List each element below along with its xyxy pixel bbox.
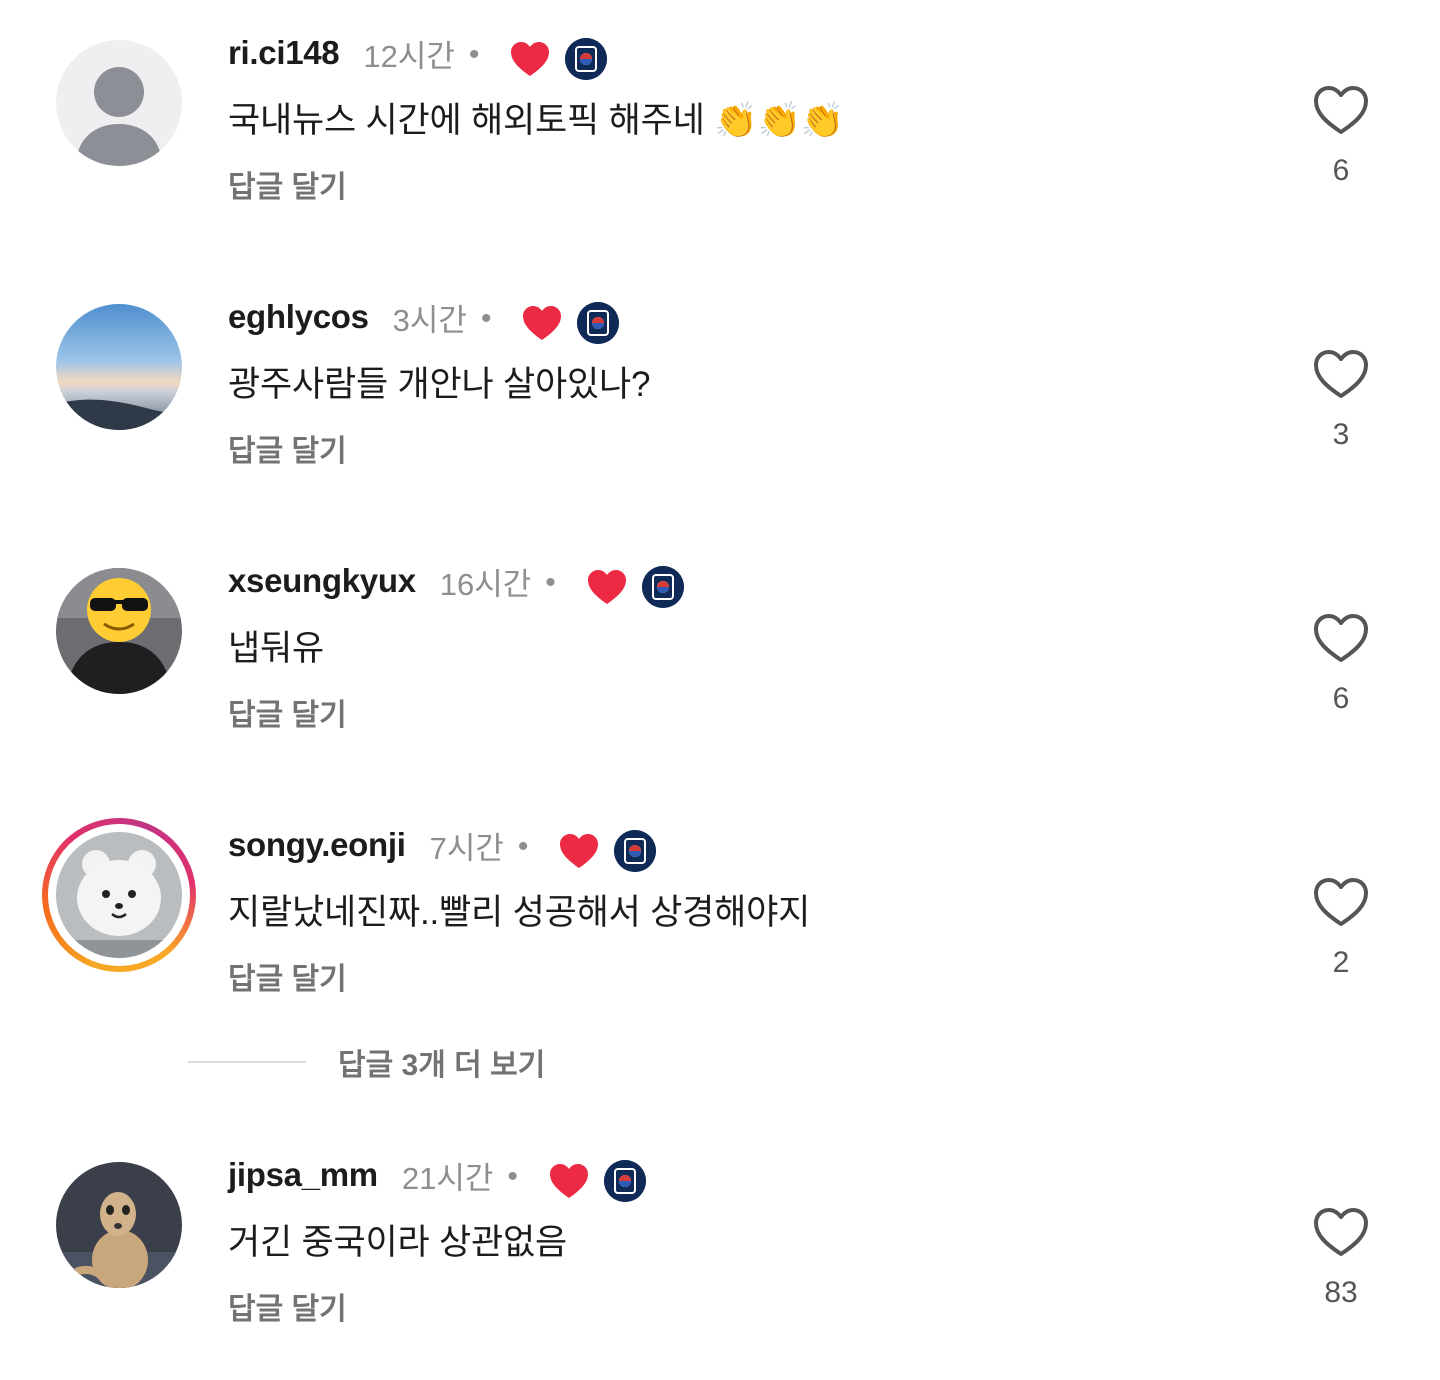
timestamp: 3시간 bbox=[392, 302, 467, 338]
avatar[interactable] bbox=[56, 1162, 182, 1288]
avatar[interactable] bbox=[56, 304, 182, 430]
timestamp: 21시간 bbox=[401, 1160, 494, 1196]
like-count: 2 bbox=[1332, 946, 1350, 979]
reply-button[interactable]: 답글 달기 bbox=[228, 690, 347, 734]
comment-text: 냅둬유 bbox=[228, 629, 325, 668]
government-emblem-badge-icon bbox=[603, 1160, 646, 1202]
like-count: 83 bbox=[1324, 1276, 1358, 1309]
comment-text: 국내뉴스 시간에 해외토픽 해주네 👏👏👏 bbox=[228, 101, 845, 140]
government-emblem-badge-icon bbox=[565, 38, 608, 80]
comment-meta: ri.ci148 12시간 • bbox=[228, 28, 608, 80]
reply-button[interactable]: 답글 달기 bbox=[228, 426, 347, 470]
reply-button[interactable]: 답글 달기 bbox=[228, 954, 347, 998]
comment-text: 거긴 중국이라 상관없음 bbox=[228, 1223, 568, 1262]
comment-meta: songy.eonji 7시간 • bbox=[228, 820, 657, 872]
avatar[interactable] bbox=[56, 568, 182, 694]
timestamp: 7시간 bbox=[429, 830, 504, 866]
comment-text: 지랄났네진짜..빨리 성공해서 상경해야지 bbox=[228, 893, 811, 932]
avatar bbox=[56, 832, 182, 958]
red-heart-icon bbox=[548, 1162, 590, 1200]
red-heart-icon bbox=[521, 304, 563, 342]
story-ring-avatar[interactable] bbox=[42, 818, 196, 972]
sky-landscape-photo bbox=[56, 304, 182, 430]
username[interactable]: ri.ci148 bbox=[228, 34, 340, 72]
username[interactable]: xseungkyux bbox=[228, 562, 416, 600]
separator-dot: • bbox=[545, 566, 556, 599]
like-count: 6 bbox=[1332, 154, 1350, 187]
comment-text: 광주사람들 개안나 살아있나? bbox=[228, 365, 651, 404]
divider-line bbox=[188, 1061, 306, 1063]
comment-meta: xseungkyux 16시간 • bbox=[228, 556, 684, 608]
comment-item: songy.eonji 7시간 • 지랄났네진짜..빨리 성공해서 상경해야지 … bbox=[0, 792, 1440, 996]
comment-item: xseungkyux 16시간 • 냅둬유 답글 달기 6 bbox=[0, 528, 1440, 732]
reply-button[interactable]: 답글 달기 bbox=[228, 1284, 347, 1328]
red-heart-icon bbox=[558, 832, 600, 870]
view-more-replies-button[interactable]: 답글 3개 더 보기 bbox=[188, 1040, 545, 1084]
red-heart-icon bbox=[509, 40, 551, 78]
username[interactable]: songy.eonji bbox=[228, 826, 406, 864]
separator-dot: • bbox=[517, 830, 529, 863]
like-count: 6 bbox=[1332, 682, 1350, 715]
meerkat-photo bbox=[56, 1162, 182, 1288]
heart-outline-icon[interactable] bbox=[1312, 84, 1370, 136]
avatar[interactable] bbox=[56, 40, 182, 166]
comment-meta: jipsa_mm 21시간 • bbox=[228, 1150, 646, 1202]
comment-item: jipsa_mm 21시간 • 거긴 중국이라 상관없음 답글 달기 83 bbox=[0, 1122, 1440, 1326]
sunglasses-emoji-person-photo bbox=[56, 568, 182, 694]
red-heart-icon bbox=[586, 568, 628, 606]
default-person-icon bbox=[56, 40, 182, 166]
timestamp: 12시간 bbox=[363, 38, 455, 74]
separator-dot: • bbox=[468, 38, 480, 71]
government-emblem-badge-icon bbox=[614, 830, 657, 872]
reply-button[interactable]: 답글 달기 bbox=[228, 162, 347, 206]
comment-meta: eghlycos 3시간 • bbox=[228, 292, 620, 344]
heart-outline-icon[interactable] bbox=[1312, 1206, 1370, 1258]
username[interactable]: jipsa_mm bbox=[228, 1156, 378, 1194]
timestamp: 16시간 bbox=[439, 566, 532, 602]
government-emblem-badge-icon bbox=[641, 566, 684, 608]
heart-outline-icon[interactable] bbox=[1312, 876, 1370, 928]
separator-dot: • bbox=[480, 302, 492, 335]
username[interactable]: eghlycos bbox=[228, 298, 369, 336]
heart-outline-icon[interactable] bbox=[1312, 348, 1370, 400]
heart-outline-icon[interactable] bbox=[1312, 612, 1370, 664]
white-bear-figure-photo bbox=[56, 832, 182, 958]
comment-item: ri.ci148 12시간 • 국내뉴스 시간에 해외토픽 해주네 👏👏👏 답글… bbox=[0, 0, 1440, 204]
comment-item: eghlycos 3시간 • 광주사람들 개안나 살아있나? 답글 달기 3 bbox=[0, 264, 1440, 468]
separator-dot: • bbox=[507, 1160, 518, 1193]
government-emblem-badge-icon bbox=[577, 302, 620, 344]
view-more-replies-label: 답글 3개 더 보기 bbox=[338, 1049, 546, 1082]
like-count: 3 bbox=[1332, 418, 1350, 451]
